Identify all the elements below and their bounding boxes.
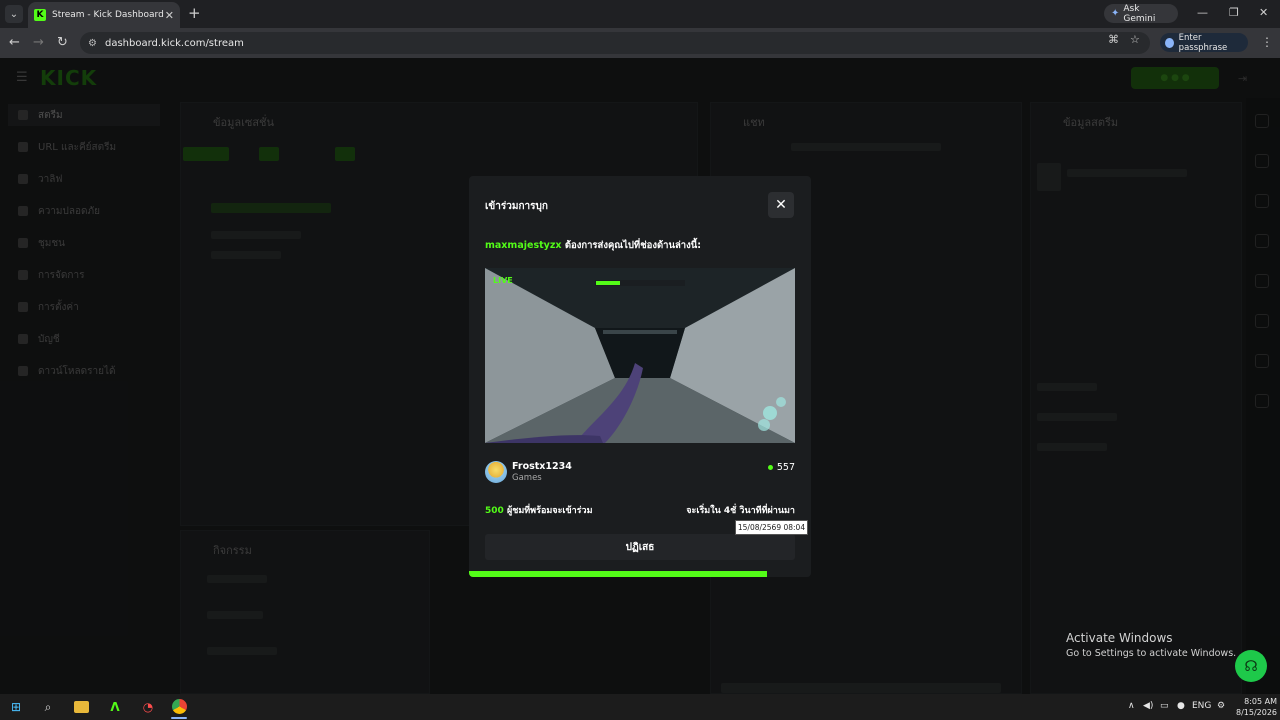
chrome-icon[interactable] xyxy=(172,699,187,714)
search-icon[interactable]: ⌕ xyxy=(39,698,57,716)
stream-preview-thumbnail[interactable]: LIVE xyxy=(485,268,795,443)
bookmark-star-icon[interactable]: ☆ xyxy=(1130,33,1140,46)
microphone-icon[interactable]: ● xyxy=(1177,701,1185,711)
app-icon[interactable]: Λ xyxy=(106,698,124,716)
clock-time: 8:05 AM xyxy=(1244,697,1278,706)
raid-viewers-count: 500 xyxy=(485,506,504,516)
browser-tab-bar: ⌄ K Stream - Kick Dashboard ✕ + ✦ Ask Ge… xyxy=(0,0,1280,28)
settings-gear-icon[interactable]: ⚙ xyxy=(1217,701,1225,711)
raider-username[interactable]: maxmajestyzx xyxy=(485,240,562,251)
tab-close-icon[interactable]: ✕ xyxy=(165,9,174,22)
windows-start-icon[interactable]: ⊞ xyxy=(7,698,25,716)
close-window-icon[interactable]: ✕ xyxy=(1259,6,1268,19)
raid-message: maxmajestyzx ต้องการส่งคุณไปที่ช่องด้านล… xyxy=(485,238,701,253)
streamer-name[interactable]: Frostx1234 xyxy=(512,461,572,472)
taskbar-clock[interactable]: 8:05 AM 8/15/2026 xyxy=(1236,696,1277,718)
activate-subtitle: Go to Settings to activate Windows. xyxy=(1066,648,1237,659)
decline-button[interactable]: ปฏิเสธ xyxy=(485,534,795,560)
recorder-icon[interactable]: ◔ xyxy=(139,698,157,716)
timestamp-tooltip: 15/08/2569 08:04 xyxy=(735,520,808,535)
address-bar-row: ← → ↻ ⚙ dashboard.kick.com/stream ⌘ ☆ xyxy=(0,28,1280,58)
minimize-icon[interactable]: — xyxy=(1197,6,1208,19)
live-badge: LIVE xyxy=(493,276,513,285)
browser-menu-icon[interactable]: ⋮ xyxy=(1261,35,1273,49)
profile-icon xyxy=(1165,37,1174,48)
raid-modal: เข้าร่วมการบุก ✕ maxmajestyzx ต้องการส่ง… xyxy=(469,176,811,577)
enter-passphrase-button[interactable]: Enter passphrase xyxy=(1160,32,1248,53)
raid-message-text: ต้องการส่งคุณไปที่ช่องด้านล่างนี้: xyxy=(564,240,702,251)
activate-windows-watermark: Activate Windows Go to Settings to activ… xyxy=(1066,631,1236,659)
translate-icon[interactable]: ⌘ xyxy=(1108,33,1119,46)
forward-icon[interactable]: → xyxy=(33,35,44,50)
tray-chevron-icon[interactable]: ∧ xyxy=(1128,701,1135,711)
raid-stats: 500 ผู้ชมที่พร้อมจะเข้าร่วม จะเริ่มใน 4ช… xyxy=(485,503,795,517)
site-info-icon[interactable]: ⚙ xyxy=(88,38,97,49)
raid-progress-fill xyxy=(469,571,767,577)
browser-tab[interactable]: K Stream - Kick Dashboard ✕ xyxy=(28,2,180,28)
restore-icon[interactable]: ❐ xyxy=(1229,6,1239,19)
windows-taskbar: ⊞ ⌕ Λ ◔ ∧ ◀) ▭ ● ENG ⚙ 8:05 AM 8/15/2026 xyxy=(0,694,1280,720)
stream-preview-image xyxy=(485,268,795,443)
avatar[interactable] xyxy=(485,461,507,483)
url-input[interactable]: ⚙ dashboard.kick.com/stream xyxy=(80,32,1150,54)
url-text: dashboard.kick.com/stream xyxy=(104,37,244,49)
live-dot-icon xyxy=(767,465,773,470)
new-tab-icon[interactable]: + xyxy=(188,4,201,22)
ask-gemini-button[interactable]: ✦ Ask Gemini xyxy=(1104,3,1178,24)
reload-icon[interactable]: ↻ xyxy=(57,35,68,50)
raid-countdown: จะเริ่มใน 4ชั่ วินาทีที่ผ่านมา xyxy=(686,506,795,516)
target-streamer-info: Frostx1234 Games 557 xyxy=(485,461,795,485)
ask-gemini-label: Ask Gemini xyxy=(1123,3,1156,24)
activate-title: Activate Windows xyxy=(1066,631,1173,645)
support-chat-icon[interactable]: ☊ xyxy=(1235,650,1267,682)
modal-title: เข้าร่วมการบุก xyxy=(485,201,548,212)
clock-date: 8/15/2026 xyxy=(1236,708,1278,717)
close-icon[interactable]: ✕ xyxy=(768,192,794,218)
viewer-count-value: 557 xyxy=(776,462,795,473)
tab-search-chevron-icon[interactable]: ⌄ xyxy=(5,5,23,23)
file-explorer-icon[interactable] xyxy=(74,701,89,713)
network-icon[interactable]: ▭ xyxy=(1160,701,1169,711)
gemini-sparkle-icon: ✦ xyxy=(1111,8,1120,19)
raid-progress-bar xyxy=(469,571,811,577)
back-icon[interactable]: ← xyxy=(9,35,20,50)
language-indicator[interactable]: ENG xyxy=(1192,701,1211,711)
streamer-category[interactable]: Games xyxy=(512,473,542,483)
kick-favicon-icon: K xyxy=(34,9,46,21)
raid-viewers-label: ผู้ชมที่พร้อมจะเข้าร่วม xyxy=(506,506,593,516)
tab-title: Stream - Kick Dashboard xyxy=(52,10,164,20)
passphrase-label: Enter passphrase xyxy=(1178,32,1228,53)
speaker-icon[interactable]: ◀) xyxy=(1143,701,1153,711)
viewer-count: 557 xyxy=(767,462,795,473)
active-app-indicator xyxy=(171,717,187,719)
